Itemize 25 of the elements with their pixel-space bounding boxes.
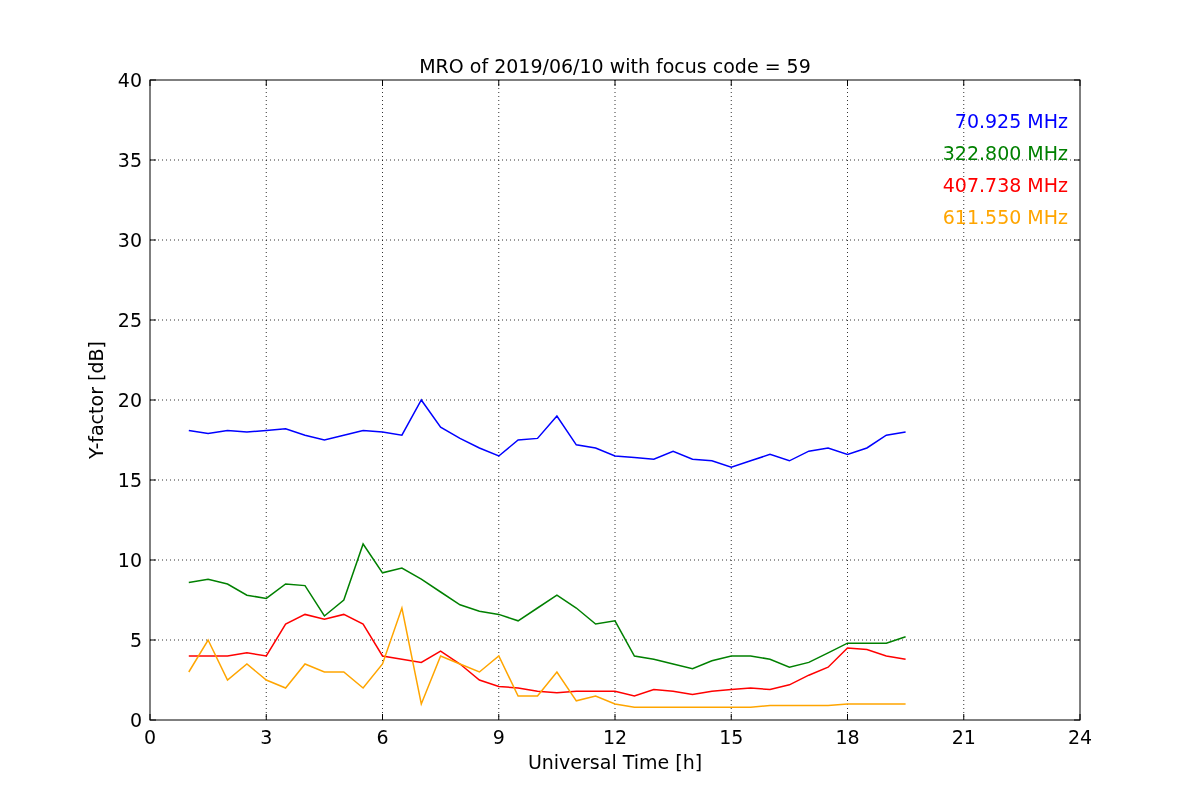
tick-label: 15 [719, 726, 744, 748]
tick-label: 6 [376, 726, 389, 748]
tick-label: 24 [1067, 726, 1093, 748]
tick-label: 0 [129, 709, 142, 731]
legend-label: 70.925 MHz [954, 110, 1068, 132]
chart-title: MRO of 2019/06/10 with focus code = 59 [419, 55, 811, 77]
tick-label: 30 [117, 229, 142, 251]
tick-label: 3 [260, 726, 273, 748]
tick-label: 9 [492, 726, 505, 748]
axis-label: Universal Time [h] [527, 751, 703, 773]
tick-label: 20 [117, 389, 142, 411]
legend-label: 322.800 MHz [942, 142, 1068, 164]
tick-label: 0 [143, 726, 157, 748]
legend-label: 407.738 MHz [942, 174, 1068, 196]
tick-label: 12 [602, 726, 628, 748]
tick-label: 40 [117, 69, 142, 91]
tick-label: 18 [835, 726, 860, 748]
tick-label: 10 [117, 549, 142, 571]
tick-label: 25 [117, 309, 142, 331]
axis-label: Y-factor [dB] [85, 341, 107, 459]
legend-label: 611.550 MHz [942, 206, 1068, 228]
tick-label: 15 [117, 469, 142, 491]
tick-label: 5 [129, 629, 142, 651]
tick-label: 21 [951, 726, 976, 748]
tick-label: 35 [117, 149, 142, 171]
